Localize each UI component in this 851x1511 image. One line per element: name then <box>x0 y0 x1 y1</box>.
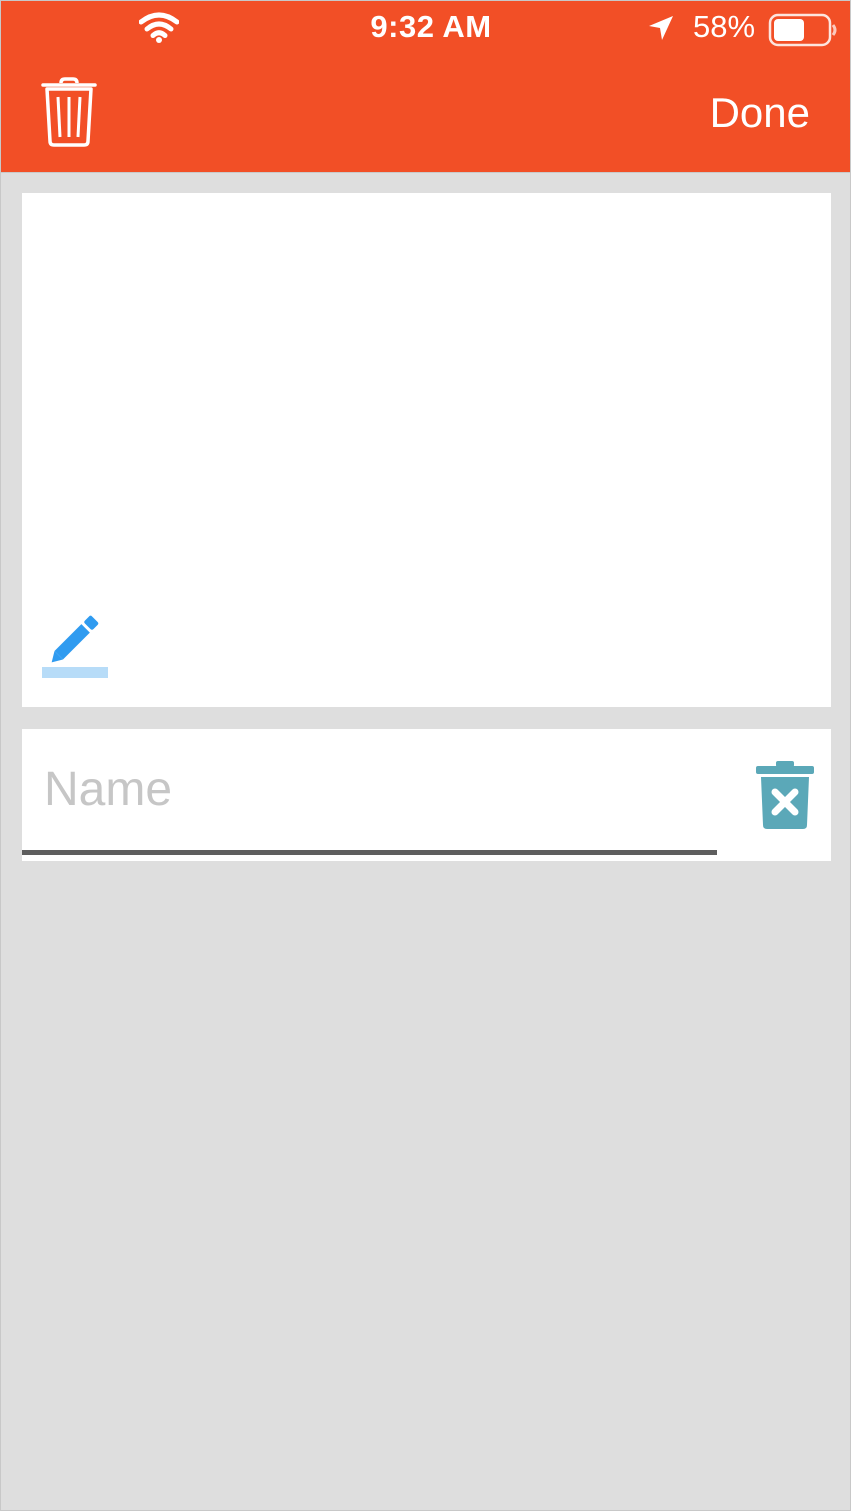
trash-x-icon[interactable] <box>756 761 814 831</box>
location-arrow-icon <box>649 16 673 40</box>
header-bar: 9:32 AM 58% Done <box>1 1 850 173</box>
battery-percent: 58% <box>693 9 756 44</box>
name-input[interactable] <box>22 729 717 855</box>
done-button[interactable]: Done <box>710 89 810 137</box>
drawing-canvas[interactable] <box>22 193 831 707</box>
pencil-icon[interactable] <box>42 611 108 679</box>
name-card <box>22 729 831 861</box>
screen: 9:32 AM 58% Done <box>0 0 851 1511</box>
trash-icon[interactable] <box>41 77 97 147</box>
status-bar: 9:32 AM 58% <box>1 1 850 59</box>
battery-icon <box>768 13 837 47</box>
